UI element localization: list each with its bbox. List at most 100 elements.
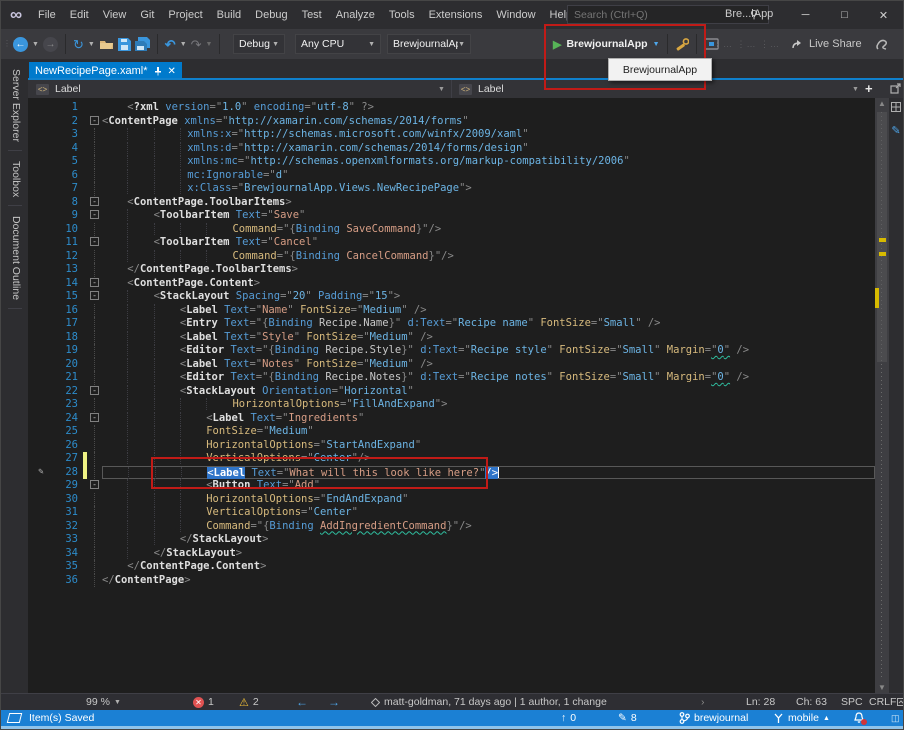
fold-collapse-icon[interactable]: - bbox=[87, 290, 102, 304]
code-text[interactable]: <ContentPage.ToolbarItems> bbox=[102, 196, 875, 210]
resize-grip[interactable]: ◫ bbox=[891, 710, 900, 726]
navigate-back-dropdown-icon[interactable]: ▼ bbox=[32, 41, 39, 48]
code-text[interactable]: <ContentPage.Content> bbox=[102, 277, 875, 291]
line-number[interactable]: 23 bbox=[54, 398, 78, 412]
code-line-22[interactable]: 22- <StackLayout Orientation="Horizontal… bbox=[28, 385, 875, 399]
breadcrumb-dropdown-icon[interactable]: ▼ bbox=[438, 86, 445, 93]
line-number[interactable]: 26 bbox=[54, 439, 78, 453]
popout-window-icon[interactable] bbox=[890, 83, 901, 94]
code-line-3[interactable]: 3 xmlns:x="http://schemas.microsoft.com/… bbox=[28, 128, 875, 142]
code-text[interactable]: <Editor Text="{Binding Recipe.Style}" d:… bbox=[102, 344, 875, 358]
code-text[interactable]: <ToolbarItem Text="Save" bbox=[102, 209, 875, 223]
line-number[interactable]: 1 bbox=[54, 101, 78, 115]
code-text[interactable]: HorizontalOptions="EndAndExpand" bbox=[102, 493, 875, 507]
code-line-21[interactable]: 21 <Editor Text="{Binding Recipe.Notes}"… bbox=[28, 371, 875, 385]
line-number[interactable]: 31 bbox=[54, 506, 78, 520]
redo-icon[interactable]: ↷ bbox=[191, 38, 202, 51]
menu-tools[interactable]: Tools bbox=[382, 5, 422, 25]
fold-collapse-icon[interactable]: - bbox=[87, 209, 102, 223]
line-number[interactable]: 15 bbox=[54, 290, 78, 304]
unpushed-edits[interactable]: ✎ 8 bbox=[618, 710, 637, 726]
line-number[interactable]: 5 bbox=[54, 155, 78, 169]
line-number[interactable]: 11 bbox=[54, 236, 78, 250]
solution-configuration-dropdown[interactable]: Debug▼ bbox=[233, 34, 285, 54]
notifications-bell[interactable] bbox=[853, 710, 865, 726]
code-text[interactable]: VerticalOptions="Center" bbox=[102, 506, 875, 520]
line-number[interactable]: 27 bbox=[54, 452, 78, 466]
fold-collapse-icon[interactable]: - bbox=[87, 277, 102, 291]
code-line-35[interactable]: 35 </ContentPage.Content> bbox=[28, 560, 875, 574]
menu-file[interactable]: File bbox=[31, 5, 63, 25]
undo-dropdown-icon[interactable]: ▼ bbox=[180, 41, 187, 48]
line-number[interactable]: 6 bbox=[54, 169, 78, 183]
close-tab-icon[interactable]: ✕ bbox=[168, 66, 176, 77]
error-count[interactable]: ✕ 1 bbox=[193, 694, 214, 710]
code-text[interactable]: <Label Text="Notes" FontSize="Medium" /> bbox=[102, 358, 875, 372]
line-number[interactable]: 16 bbox=[54, 304, 78, 318]
line-number[interactable]: 3 bbox=[54, 128, 78, 142]
code-line-36[interactable]: 36 </ContentPage> bbox=[28, 574, 875, 588]
line-number[interactable]: 29 bbox=[54, 479, 78, 493]
code-text[interactable]: </ContentPage> bbox=[102, 574, 875, 588]
code-line-17[interactable]: 17 <Entry Text="{Binding Recipe.Name}" d… bbox=[28, 317, 875, 331]
line-number[interactable]: 25 bbox=[54, 425, 78, 439]
line-number[interactable]: 4 bbox=[54, 142, 78, 156]
line-number[interactable]: 34 bbox=[54, 547, 78, 561]
new-project-icon[interactable]: ↻ bbox=[73, 38, 84, 51]
line-number[interactable]: 10 bbox=[54, 223, 78, 237]
code-line-8[interactable]: 8- <ContentPage.ToolbarItems> bbox=[28, 196, 875, 210]
code-text[interactable]: Command="{Binding AddIngredientCommand}"… bbox=[102, 520, 875, 534]
code-line-33[interactable]: 33 </StackLayout> bbox=[28, 533, 875, 547]
code-text[interactable]: <StackLayout Orientation="Horizontal" bbox=[102, 385, 875, 399]
code-text[interactable]: Command="{Binding SaveCommand}"/> bbox=[102, 223, 875, 237]
code-line-32[interactable]: 32 Command="{Binding AddIngredientComman… bbox=[28, 520, 875, 534]
code-line-4[interactable]: 4 xmlns:d="http://xamarin.com/schemas/20… bbox=[28, 142, 875, 156]
code-line-16[interactable]: 16 <Label Text="Name" FontSize="Medium" … bbox=[28, 304, 875, 318]
search-input[interactable] bbox=[568, 9, 750, 21]
minimize-button[interactable]: ─ bbox=[786, 1, 825, 29]
menu-analyze[interactable]: Analyze bbox=[329, 5, 382, 25]
code-text[interactable]: FontSize="Medium" bbox=[102, 425, 875, 439]
fold-collapse-icon[interactable]: - bbox=[87, 196, 102, 210]
navigate-forward-button[interactable]: → bbox=[43, 37, 58, 52]
eol-indicator[interactable]: CRLF bbox=[869, 694, 896, 710]
new-project-dropdown-icon[interactable]: ▼ bbox=[88, 41, 95, 48]
git-commit-info[interactable]: matt-goldman, 71 days ago | 1 author, 1 … bbox=[371, 694, 607, 710]
fold-collapse-icon[interactable]: - bbox=[87, 115, 102, 129]
save-all-icon[interactable] bbox=[135, 37, 150, 51]
fold-collapse-icon[interactable]: - bbox=[87, 479, 102, 493]
code-line-20[interactable]: 20 <Label Text="Notes" FontSize="Medium"… bbox=[28, 358, 875, 372]
code-text[interactable]: <Label Text="Style" FontSize="Medium" /> bbox=[102, 331, 875, 345]
navigate-back-button[interactable]: ← bbox=[13, 37, 28, 52]
vertical-scrollbar[interactable]: ▲ ▼ bbox=[875, 98, 889, 694]
next-issue-icon[interactable]: → bbox=[328, 695, 340, 709]
code-text[interactable]: HorizontalOptions="StartAndExpand" bbox=[102, 439, 875, 453]
solution-platform-dropdown[interactable]: Any CPU▼ bbox=[295, 34, 381, 54]
line-number[interactable]: 19 bbox=[54, 344, 78, 358]
code-text[interactable]: <?xml version="1.0" encoding="utf-8" ?> bbox=[102, 101, 875, 115]
menu-extensions[interactable]: Extensions bbox=[422, 5, 490, 25]
code-line-25[interactable]: 25 FontSize="Medium" bbox=[28, 425, 875, 439]
code-text[interactable]: <Editor Text="{Binding Recipe.Notes}" d:… bbox=[102, 371, 875, 385]
code-text[interactable]: <Entry Text="{Binding Recipe.Name}" d:Te… bbox=[102, 317, 875, 331]
line-number[interactable]: 32 bbox=[54, 520, 78, 534]
line-number[interactable]: 2 bbox=[54, 115, 78, 129]
line-number[interactable]: 36 bbox=[54, 574, 78, 588]
code-text[interactable]: <StackLayout Spacing="20" Padding="15"> bbox=[102, 290, 875, 304]
line-number[interactable]: 24 bbox=[54, 412, 78, 426]
line-number[interactable]: 9 bbox=[54, 209, 78, 223]
pin-icon[interactable] bbox=[154, 67, 162, 76]
editor-status-icon[interactable] bbox=[897, 694, 904, 710]
line-number[interactable]: 20 bbox=[54, 358, 78, 372]
code-text[interactable]: xmlns:x="http://schemas.microsoft.com/wi… bbox=[102, 128, 875, 142]
code-text[interactable]: xmlns:d="http://xamarin.com/schemas/2014… bbox=[102, 142, 875, 156]
code-line-11[interactable]: 11- <ToolbarItem Text="Cancel" bbox=[28, 236, 875, 250]
code-line-12[interactable]: 12 Command="{Binding CancelCommand}"/> bbox=[28, 250, 875, 264]
code-line-14[interactable]: 14- <ContentPage.Content> bbox=[28, 277, 875, 291]
git-branch[interactable]: brewjournal bbox=[679, 710, 748, 726]
code-text[interactable]: x:Class="BrewjournalApp.Views.NewRecipeP… bbox=[102, 182, 875, 196]
line-number[interactable]: 8 bbox=[54, 196, 78, 210]
code-line-9[interactable]: 9- <ToolbarItem Text="Save" bbox=[28, 209, 875, 223]
save-icon[interactable] bbox=[118, 38, 131, 51]
incoming-commits[interactable]: ↑ 0 bbox=[561, 710, 576, 726]
